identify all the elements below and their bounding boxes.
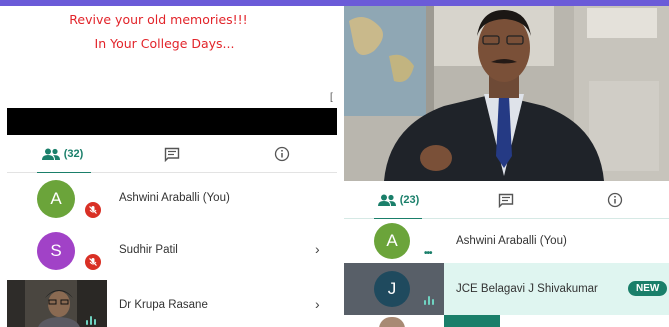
participant-name: Dr Krupa Rasane bbox=[119, 299, 208, 311]
list-item[interactable]: S Sudhir Patil › bbox=[7, 225, 337, 277]
chat-icon bbox=[164, 147, 180, 162]
people-icon bbox=[41, 148, 60, 160]
chevron-right-icon[interactable]: › bbox=[315, 241, 320, 257]
chat-icon bbox=[498, 193, 514, 208]
more-dots-icon: ••• bbox=[424, 248, 432, 259]
list-item[interactable]: J JCE Belagavi J Shivakumar NEW bbox=[344, 263, 669, 315]
participant-name: JCE Belagavi J Shivakumar bbox=[456, 283, 598, 295]
left-meeting-panel: Revive your old memories!!! In Your Coll… bbox=[0, 6, 337, 327]
avatar: S bbox=[37, 232, 75, 270]
panel-tabs: (32) bbox=[7, 135, 337, 174]
tab-info[interactable] bbox=[560, 181, 669, 219]
people-count: (32) bbox=[63, 148, 84, 160]
list-item bbox=[344, 315, 669, 327]
tab-chat[interactable] bbox=[452, 181, 560, 219]
participant-name: Ashwini Araballi (You) bbox=[456, 235, 567, 247]
avatar: A bbox=[374, 223, 410, 259]
list-item[interactable]: Dr Krupa Rasane › bbox=[107, 277, 337, 327]
participant-video-thumbnail bbox=[7, 280, 107, 327]
list-item[interactable]: A ••• Ashwini Araballi (You) bbox=[344, 219, 669, 263]
chevron-right-icon[interactable]: › bbox=[315, 296, 320, 312]
audio-level-icon bbox=[86, 315, 96, 325]
banner: Revive your old memories!!! In Your Coll… bbox=[0, 6, 337, 108]
panel-tabs: (23) bbox=[344, 181, 669, 220]
avatar: J bbox=[374, 271, 410, 307]
tab-chat[interactable] bbox=[117, 135, 227, 173]
mic-off-icon bbox=[85, 202, 101, 218]
scroll-edge-mark: [ bbox=[330, 92, 333, 103]
participant-name: Sudhir Patil bbox=[119, 244, 178, 256]
speaker-video bbox=[344, 6, 669, 181]
banner-line-2: In Your College Days... bbox=[94, 36, 235, 51]
info-icon bbox=[274, 146, 290, 162]
avatar-initial: S bbox=[50, 241, 62, 260]
people-count: (23) bbox=[399, 194, 420, 206]
mic-off-icon bbox=[85, 254, 101, 270]
avatar: A bbox=[37, 180, 75, 218]
new-badge: NEW bbox=[628, 281, 668, 296]
people-icon bbox=[377, 194, 396, 206]
avatar-initial: A bbox=[386, 231, 398, 250]
video-strip bbox=[7, 108, 337, 135]
audio-level-icon bbox=[424, 295, 434, 305]
avatar-initial: J bbox=[387, 279, 397, 298]
tab-info[interactable] bbox=[227, 135, 337, 173]
banner-line-1: Revive your old memories!!! bbox=[69, 12, 248, 27]
info-icon bbox=[607, 192, 622, 208]
avatar-initial: A bbox=[50, 189, 62, 208]
right-meeting-panel: (23) A ••• Ashwini Araballi (You) J JCE … bbox=[344, 6, 669, 327]
tab-people[interactable]: (23) bbox=[344, 181, 452, 220]
tab-people[interactable]: (32) bbox=[7, 135, 117, 174]
participant-name: Ashwini Araballi (You) bbox=[119, 192, 230, 204]
list-item[interactable]: A Ashwini Araballi (You) bbox=[7, 173, 337, 225]
